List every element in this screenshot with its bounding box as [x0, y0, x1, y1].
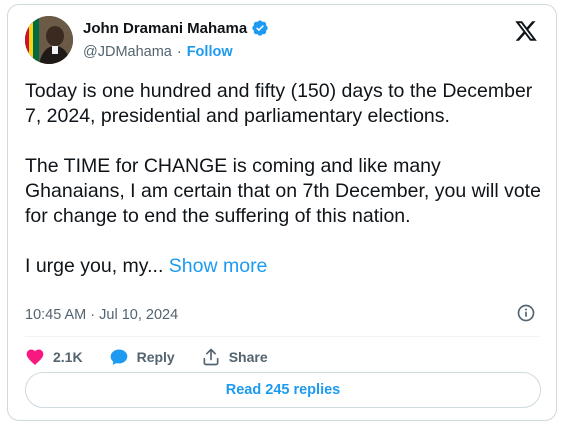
avatar[interactable]	[25, 16, 73, 64]
reply-label: Reply	[136, 349, 175, 365]
truncated-text: I urge you, my...	[25, 255, 169, 277]
author-handle-row: @JDMahama · Follow	[83, 44, 233, 60]
follow-button[interactable]: Follow	[187, 44, 233, 60]
tweet-paragraph: The TIME for CHANGE is coming and like m…	[25, 155, 541, 227]
like-count: 2.1K	[53, 349, 83, 365]
like-button[interactable]: 2.1K	[25, 347, 83, 367]
author-name-row: John Dramani Mahama	[83, 19, 269, 37]
tweet-paragraph: Today is one hundred and fifty (150) day…	[25, 80, 533, 127]
share-icon	[203, 348, 219, 366]
info-icon[interactable]	[516, 303, 536, 323]
author-handle[interactable]: @JDMahama	[83, 44, 172, 60]
author-name[interactable]: John Dramani Mahama	[83, 20, 247, 37]
read-replies-button[interactable]: Read 245 replies	[25, 372, 541, 408]
share-label: Share	[228, 349, 268, 365]
tweet-paragraph-truncated: I urge you, my... Show more	[25, 254, 545, 279]
tweet-text: Today is one hundred and fifty (150) day…	[25, 79, 545, 279]
verified-badge-icon	[252, 20, 268, 36]
x-logo-icon[interactable]	[514, 19, 538, 43]
tweet-actions: 2.1K Reply Share	[25, 347, 294, 367]
separator-dot: ·	[176, 44, 182, 60]
heart-icon	[26, 349, 44, 365]
chat-bubble-icon	[110, 349, 127, 365]
share-button[interactable]: Share	[201, 347, 268, 367]
show-more-link[interactable]: Show more	[169, 255, 268, 277]
tweet-card: John Dramani Mahama @JDMahama · Follow T…	[7, 4, 557, 421]
divider	[25, 336, 539, 337]
tweet-timestamp[interactable]: 10:45 AM · Jul 10, 2024	[25, 307, 178, 323]
reply-button[interactable]: Reply	[109, 347, 175, 367]
